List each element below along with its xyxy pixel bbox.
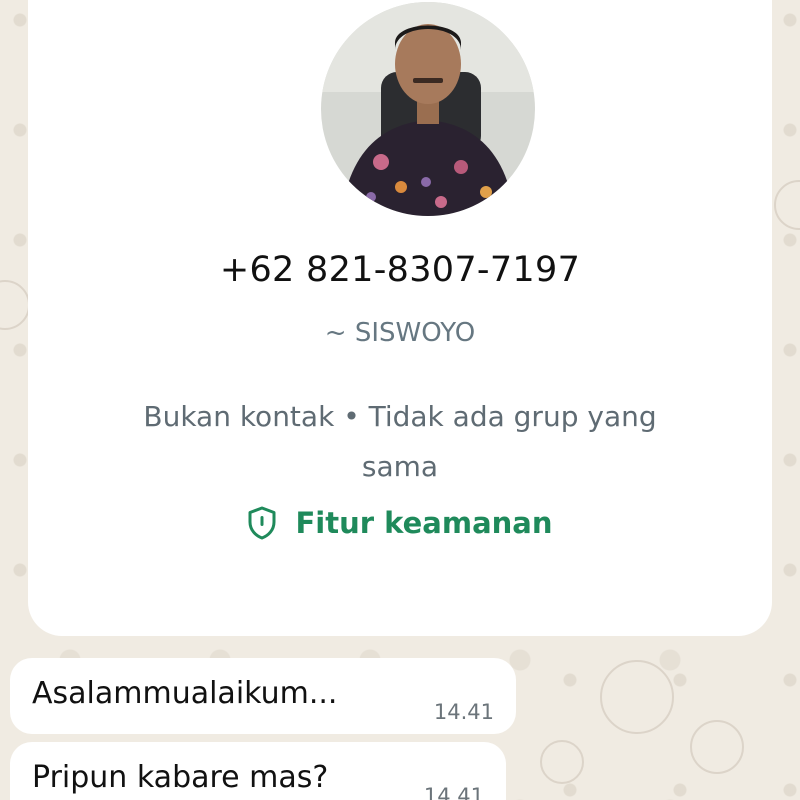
message-text: Asalammualaikum...: [32, 676, 338, 711]
security-features-label: Fitur keamanan: [295, 506, 553, 540]
message-text: Pripun kabare mas?: [32, 760, 329, 795]
message-bubble[interactable]: Pripun kabare mas? 14.41: [10, 742, 506, 800]
message-time: 14.41: [433, 700, 494, 724]
contact-relation-status: Bukan kontak • Tidak ada grup yang sama: [143, 400, 657, 483]
contact-push-name: ~ SISWOYO: [324, 318, 476, 348]
avatar-photo: [321, 2, 535, 216]
message-time: 14.41: [423, 784, 484, 800]
shield-icon: [247, 506, 277, 540]
wallpaper-doodle: [774, 180, 800, 230]
message-bubble[interactable]: Asalammualaikum... 14.41: [10, 658, 516, 734]
wallpaper-doodle: [0, 280, 30, 330]
wallpaper-doodle: [540, 740, 584, 784]
wallpaper-doodle: [690, 720, 744, 774]
contact-info-card: +62 821-8307-7197 ~ SISWOYO Bukan kontak…: [28, 0, 772, 636]
wallpaper-doodle: [600, 660, 674, 734]
contact-phone-number: +62 821-8307-7197: [219, 250, 581, 290]
security-features-link[interactable]: Fitur keamanan: [28, 506, 772, 540]
avatar[interactable]: [321, 2, 535, 216]
